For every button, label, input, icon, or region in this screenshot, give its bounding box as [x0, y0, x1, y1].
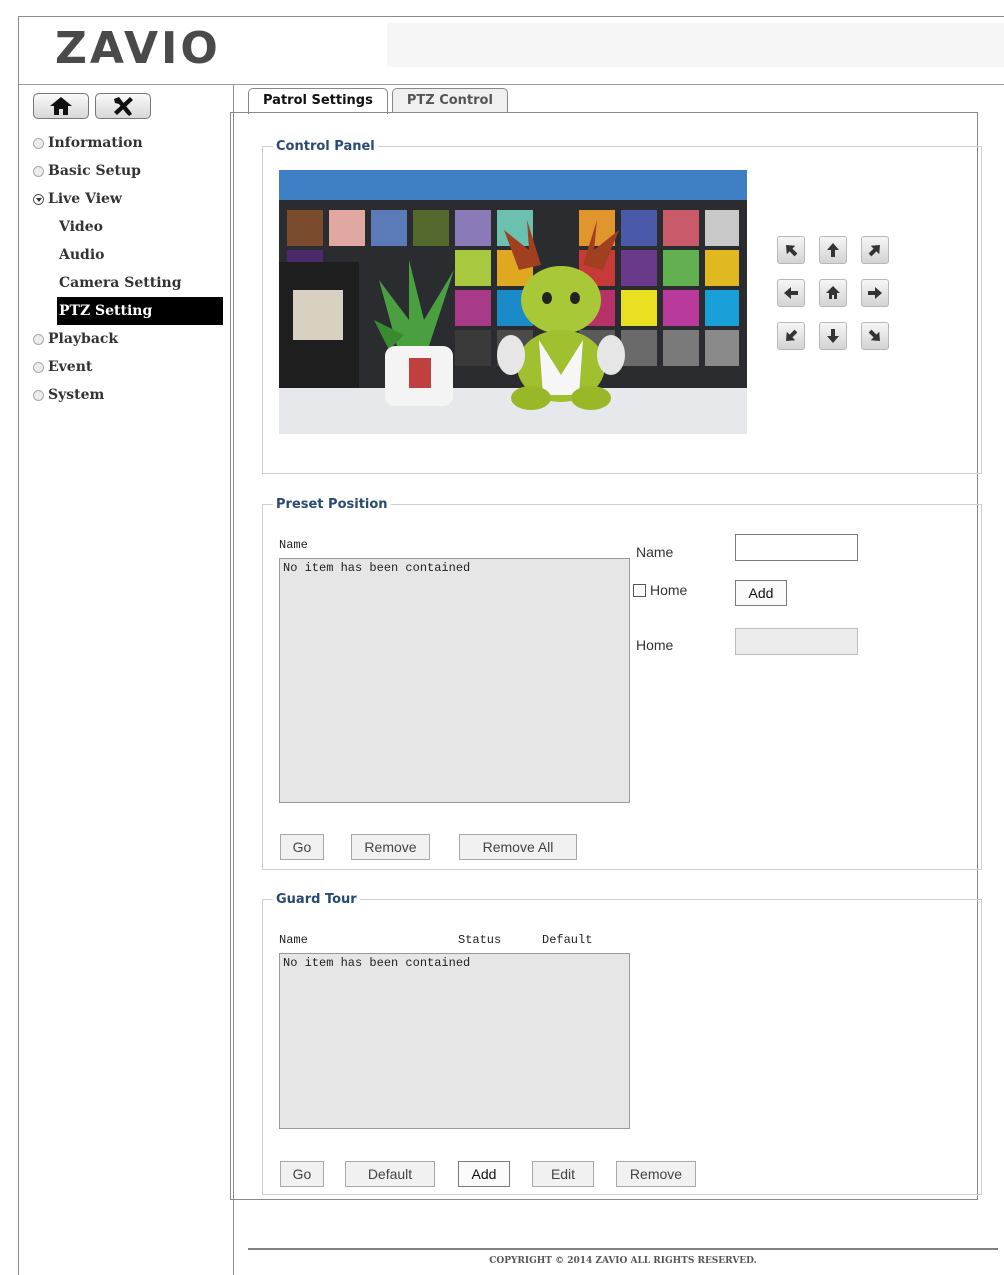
preset-list-header-name: Name: [279, 538, 308, 552]
tools-icon: [114, 97, 133, 116]
ptz-down-button[interactable]: [819, 322, 847, 350]
preset-remove-button[interactable]: Remove: [351, 834, 430, 860]
home-checkbox-group: Home: [633, 582, 687, 598]
ptz-up-right-button[interactable]: [861, 236, 889, 264]
ptz-left-button[interactable]: [777, 279, 805, 307]
preset-list-empty-text: No item has been contained: [283, 561, 471, 575]
arrow-down-right-icon: [868, 329, 880, 341]
control-panel-legend: Control Panel: [276, 139, 375, 154]
home-icon: [826, 286, 840, 299]
zavio-logo[interactable]: ZAVIO: [55, 27, 221, 71]
tab-bar: Patrol Settings PTZ Control: [248, 88, 512, 114]
nav-item-event[interactable]: Event: [33, 353, 223, 381]
arrow-down-left-icon: [786, 329, 798, 341]
nav-label: Event: [48, 359, 93, 375]
nav-sub-item-video[interactable]: Video: [33, 213, 223, 241]
expanded-bullet-icon: [33, 193, 44, 205]
sidebar: Information Basic Setup Live View Video …: [19, 85, 234, 1275]
arrow-up-right-icon: [868, 245, 880, 257]
preset-position-section: Preset Position Name No item has been co…: [262, 497, 982, 870]
preset-name-input[interactable]: [735, 534, 858, 561]
nav-menu: Information Basic Setup Live View Video …: [33, 129, 223, 409]
bullet-icon: [33, 361, 44, 373]
guard-go-button[interactable]: Go: [280, 1161, 324, 1187]
quick-icon-buttons: [33, 93, 151, 119]
ptz-home-button[interactable]: [819, 279, 847, 307]
preset-go-button[interactable]: Go: [280, 834, 324, 860]
nav-label: Information: [48, 135, 143, 151]
nav-label: System: [48, 387, 105, 403]
guard-remove-button[interactable]: Remove: [616, 1161, 696, 1187]
preset-remove-all-button[interactable]: Remove All: [459, 834, 577, 860]
nav-item-basic-setup[interactable]: Basic Setup: [33, 157, 223, 185]
preset-list[interactable]: No item has been contained: [279, 558, 630, 803]
main-panel: Control Panel Preset Position Name No it…: [230, 112, 982, 1200]
nav-item-playback[interactable]: Playback: [33, 325, 223, 353]
guard-add-button[interactable]: Add: [458, 1161, 510, 1187]
live-video-view[interactable]: [279, 170, 747, 434]
header: ZAVIO: [19, 17, 1004, 85]
header-bar: [387, 23, 1004, 67]
ptz-up-button[interactable]: [819, 236, 847, 264]
nav-label: Playback: [48, 331, 119, 347]
ptz-up-left-button[interactable]: [777, 236, 805, 264]
guard-tour-section: Guard Tour Name Status Default No item h…: [262, 892, 982, 1195]
home-position-field: [735, 628, 858, 655]
guard-header-status: Status: [458, 933, 502, 947]
ptz-down-right-button[interactable]: [861, 322, 889, 350]
guard-header-name: Name: [279, 933, 308, 947]
tab-ptz-control[interactable]: PTZ Control: [391, 88, 508, 112]
arrow-up-left-icon: [786, 245, 798, 257]
preset-name-label: Name: [636, 544, 674, 560]
ptz-right-button[interactable]: [861, 279, 889, 307]
guard-default-button[interactable]: Default: [345, 1161, 435, 1187]
home-checkbox[interactable]: [633, 583, 646, 597]
nav-sub-item-camera-setting[interactable]: Camera Setting: [33, 269, 223, 297]
home-checkbox-label: Home: [650, 582, 688, 598]
preset-position-legend: Preset Position: [276, 497, 388, 512]
home-icon: [50, 97, 72, 115]
footer-copyright: COPYRIGHT © 2014 ZAVIO ALL RIGHTS RESERV…: [489, 1256, 757, 1266]
ptz-direction-pad: [777, 236, 889, 350]
nav-sub-item-audio[interactable]: Audio: [33, 241, 223, 269]
arrow-down-icon: [827, 329, 839, 343]
footer-divider: [248, 1248, 998, 1250]
arrow-right-icon: [868, 287, 882, 299]
home-button[interactable]: [33, 93, 89, 119]
guard-list-empty-text: No item has been contained: [283, 956, 471, 970]
preset-add-button[interactable]: Add: [735, 580, 787, 606]
guard-edit-button[interactable]: Edit: [532, 1161, 594, 1187]
nav-item-information[interactable]: Information: [33, 129, 223, 157]
arrow-up-icon: [827, 243, 839, 257]
ptz-down-left-button[interactable]: [777, 322, 805, 350]
bullet-icon: [33, 137, 44, 149]
tab-patrol-settings[interactable]: Patrol Settings: [248, 88, 388, 114]
bullet-icon: [33, 389, 44, 401]
control-panel-section: Control Panel: [262, 139, 982, 474]
home-label: Home: [636, 637, 674, 653]
guard-tour-list[interactable]: No item has been contained: [279, 953, 630, 1129]
bullet-icon: [33, 165, 44, 177]
nav-item-system[interactable]: System: [33, 381, 223, 409]
nav-sub-item-ptz-setting[interactable]: PTZ Setting: [57, 297, 223, 325]
guard-tour-legend: Guard Tour: [276, 892, 357, 907]
nav-item-live-view[interactable]: Live View: [33, 185, 223, 213]
guard-header-default: Default: [542, 933, 593, 947]
arrow-left-icon: [784, 287, 798, 299]
nav-label: Live View: [48, 191, 122, 207]
live-video-image: [279, 170, 747, 434]
nav-label: Basic Setup: [48, 163, 141, 179]
settings-button[interactable]: [95, 93, 151, 119]
bullet-icon: [33, 333, 44, 345]
